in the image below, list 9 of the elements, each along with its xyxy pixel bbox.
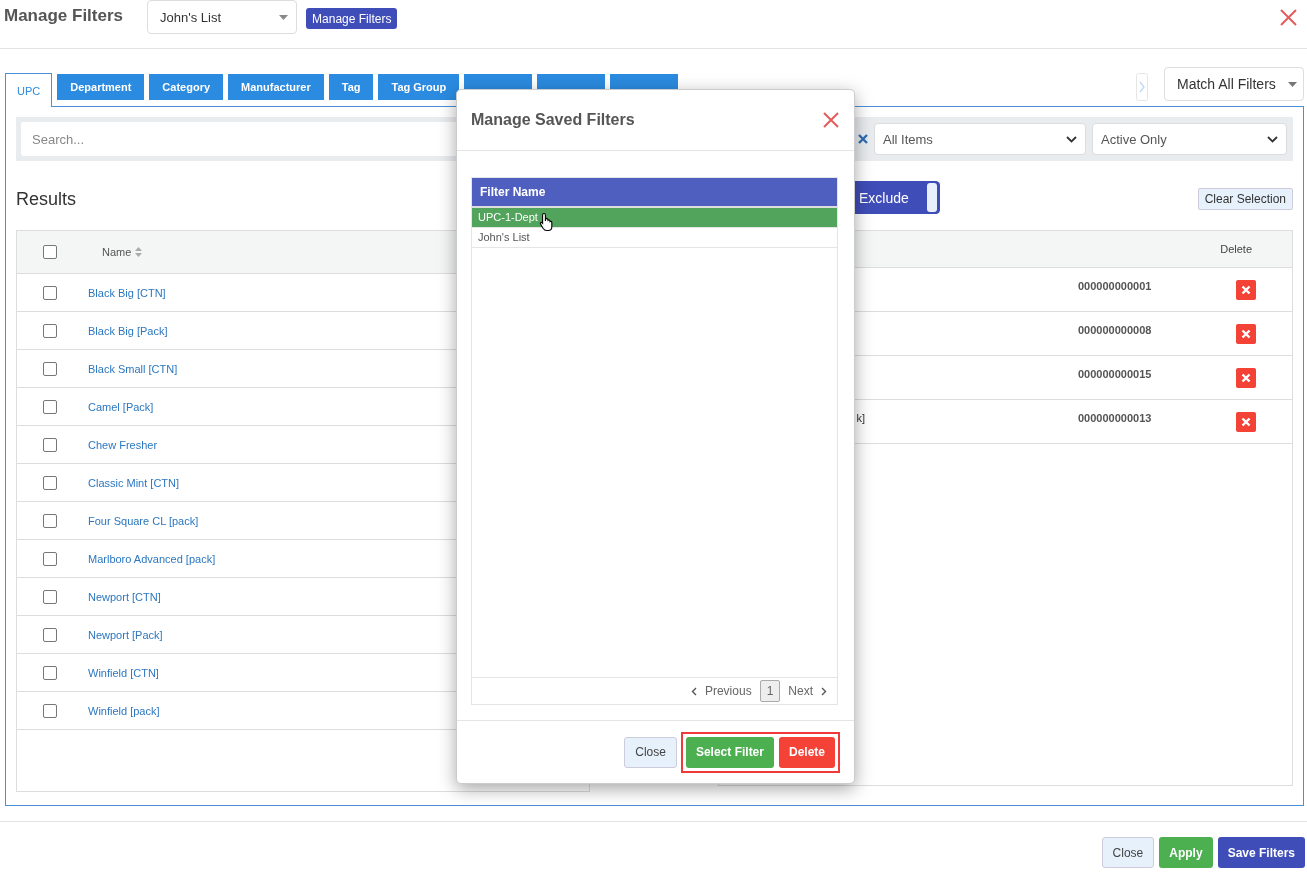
results-heading: Results [16, 188, 77, 210]
upc-cell-text: 000000000001 [1078, 279, 1152, 294]
page-title: Manage Filters [4, 6, 124, 26]
table-cell-text: k] [856, 412, 865, 426]
upc-cell-text: 000000000015 [1078, 367, 1152, 382]
column-header: Delete [1220, 243, 1252, 255]
upc-cell-text: 000000000008 [1078, 323, 1152, 338]
upc-cell-text: 000000000013 [1078, 411, 1152, 426]
column-header: Filter Name [472, 178, 837, 208]
